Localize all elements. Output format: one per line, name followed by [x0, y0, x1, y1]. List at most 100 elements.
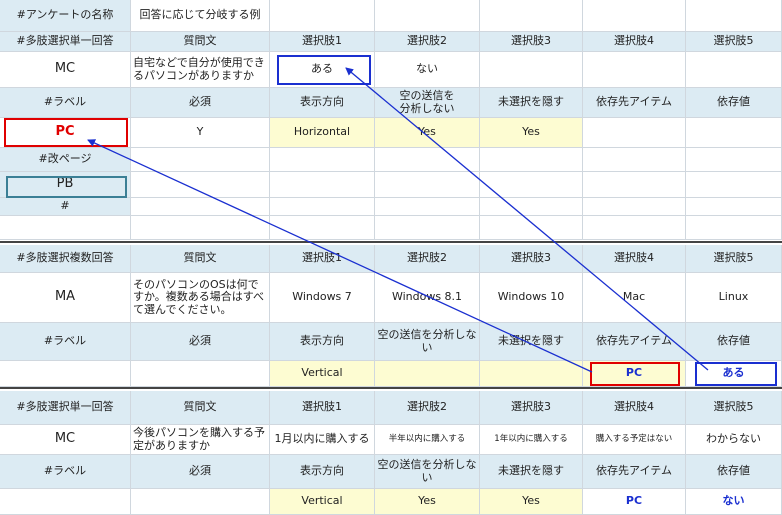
b2-row-7[interactable]: Linux [686, 273, 782, 323]
b2-header2-6[interactable]: 依存先アイテム [583, 323, 686, 361]
empty-cell[interactable] [686, 172, 782, 198]
b3-header-7[interactable]: 選択肢5 [686, 391, 782, 425]
b3-header-5[interactable]: 選択肢3 [480, 391, 583, 425]
empty-cell[interactable] [375, 0, 480, 32]
b3-row-2[interactable]: 今後パソコンを購入する予定がありますか [131, 425, 270, 455]
empty-cell[interactable] [686, 0, 782, 32]
empty-cell[interactable] [270, 216, 375, 240]
empty-cell[interactable] [583, 216, 686, 240]
b1-header2-1[interactable]: #ラベル [0, 88, 131, 118]
b1-header-5[interactable]: 選択肢3 [480, 32, 583, 52]
b3-header2-6[interactable]: 依存先アイテム [583, 455, 686, 489]
empty-cell[interactable] [480, 172, 583, 198]
empty-cell[interactable] [131, 172, 270, 198]
b2-header2-5[interactable]: 未選択を隠す [480, 323, 583, 361]
b2-header2-4[interactable]: 空の送信を分析しない [375, 323, 480, 361]
b2-header2-3[interactable]: 表示方向 [270, 323, 375, 361]
empty-cell[interactable] [131, 198, 270, 216]
b3-row-7[interactable]: わからない [686, 425, 782, 455]
b3-header2-2[interactable]: 必須 [131, 455, 270, 489]
b3-row-1[interactable]: MC [0, 425, 131, 455]
b1-row2-6[interactable] [583, 118, 686, 148]
empty-cell[interactable] [270, 148, 375, 172]
b3-header-2[interactable]: 質問文 [131, 391, 270, 425]
b3-header-6[interactable]: 選択肢4 [583, 391, 686, 425]
b1-row2-1[interactable]: PC [0, 118, 131, 148]
empty-cell[interactable] [270, 172, 375, 198]
b2-header-1[interactable]: #多肢選択複数回答 [0, 245, 131, 273]
empty-cell[interactable] [131, 216, 270, 240]
survey-name-value[interactable]: 回答に応じて分岐する例 [131, 0, 270, 32]
b1-header-7[interactable]: 選択肢5 [686, 32, 782, 52]
b3-row2-4[interactable]: Yes [375, 489, 480, 515]
b2-header2-1[interactable]: #ラベル [0, 323, 131, 361]
b1-row-3[interactable]: ある [270, 52, 375, 88]
b1-header2-3[interactable]: 表示方向 [270, 88, 375, 118]
b1-header-3[interactable]: 選択肢1 [270, 32, 375, 52]
b3-row2-6[interactable]: PC [583, 489, 686, 515]
b3-header2-7[interactable]: 依存値 [686, 455, 782, 489]
b3-header2-5[interactable]: 未選択を隠す [480, 455, 583, 489]
empty-cell[interactable] [270, 198, 375, 216]
b2-row2-3[interactable]: Vertical [270, 361, 375, 387]
b3-row2-1[interactable] [0, 489, 131, 515]
b1-header2-6[interactable]: 依存先アイテム [583, 88, 686, 118]
b3-row-5[interactable]: 1年以内に購入する [480, 425, 583, 455]
b3-header2-4[interactable]: 空の送信を分析しない [375, 455, 480, 489]
empty-cell[interactable] [0, 216, 131, 240]
b1-row-1[interactable]: MC [0, 52, 131, 88]
empty-cell[interactable] [480, 0, 583, 32]
b2-header2-7[interactable]: 依存値 [686, 323, 782, 361]
b1-header-2[interactable]: 質問文 [131, 32, 270, 52]
empty-cell[interactable] [583, 0, 686, 32]
b3-header-1[interactable]: #多肢選択単一回答 [0, 391, 131, 425]
empty-cell[interactable] [375, 148, 480, 172]
b2-header-3[interactable]: 選択肢1 [270, 245, 375, 273]
empty-cell[interactable] [583, 148, 686, 172]
empty-cell[interactable] [270, 0, 375, 32]
empty-cell[interactable] [686, 198, 782, 216]
pagebreak-value[interactable]: PB [0, 172, 131, 198]
empty-cell[interactable] [686, 148, 782, 172]
b1-row-6[interactable] [583, 52, 686, 88]
b2-row2-4[interactable] [375, 361, 480, 387]
b1-row2-5[interactable]: Yes [480, 118, 583, 148]
b3-row2-7[interactable]: ない [686, 489, 782, 515]
b2-header-2[interactable]: 質問文 [131, 245, 270, 273]
b2-row2-7[interactable]: ある [686, 361, 782, 387]
b2-row-3[interactable]: Windows 7 [270, 273, 375, 323]
b1-row2-4[interactable]: Yes [375, 118, 480, 148]
b3-row2-2[interactable] [131, 489, 270, 515]
b3-row-3[interactable]: 1月以内に購入する [270, 425, 375, 455]
empty-cell[interactable] [131, 148, 270, 172]
b1-header2-5[interactable]: 未選択を隠す [480, 88, 583, 118]
b2-row2-5[interactable] [480, 361, 583, 387]
pagebreak-label[interactable]: #改ページ [0, 148, 131, 172]
b1-header-1[interactable]: #多肢選択単一回答 [0, 32, 131, 52]
empty-cell[interactable] [375, 172, 480, 198]
empty-cell[interactable] [583, 198, 686, 216]
b2-header2-2[interactable]: 必須 [131, 323, 270, 361]
b1-row-7[interactable] [686, 52, 782, 88]
b1-row-4[interactable]: ない [375, 52, 480, 88]
b1-header-4[interactable]: 選択肢2 [375, 32, 480, 52]
b2-row-1[interactable]: MA [0, 273, 131, 323]
empty-cell[interactable] [480, 216, 583, 240]
empty-cell[interactable] [375, 216, 480, 240]
b3-header-3[interactable]: 選択肢1 [270, 391, 375, 425]
b2-row-2[interactable]: そのパソコンのOSは何ですか。複数ある場合はすべて選んでください。 [131, 273, 270, 323]
b3-row-6[interactable]: 購入する予定はない [583, 425, 686, 455]
pagebreak-end[interactable]: # [0, 198, 131, 216]
b2-row2-6[interactable]: PC [583, 361, 686, 387]
b1-header2-4[interactable]: 空の送信を 分析しない [375, 88, 480, 118]
b1-row-2[interactable]: 自宅などで自分が使用できるパソコンがありますか [131, 52, 270, 88]
b1-header2-7[interactable]: 依存値 [686, 88, 782, 118]
b3-row-4[interactable]: 半年以内に購入する [375, 425, 480, 455]
empty-cell[interactable] [480, 148, 583, 172]
b2-header-4[interactable]: 選択肢2 [375, 245, 480, 273]
b3-row2-3[interactable]: Vertical [270, 489, 375, 515]
b3-row2-5[interactable]: Yes [480, 489, 583, 515]
b2-row-4[interactable]: Windows 8.1 [375, 273, 480, 323]
b2-row2-1[interactable] [0, 361, 131, 387]
survey-name-label[interactable]: #アンケートの名称 [0, 0, 131, 32]
